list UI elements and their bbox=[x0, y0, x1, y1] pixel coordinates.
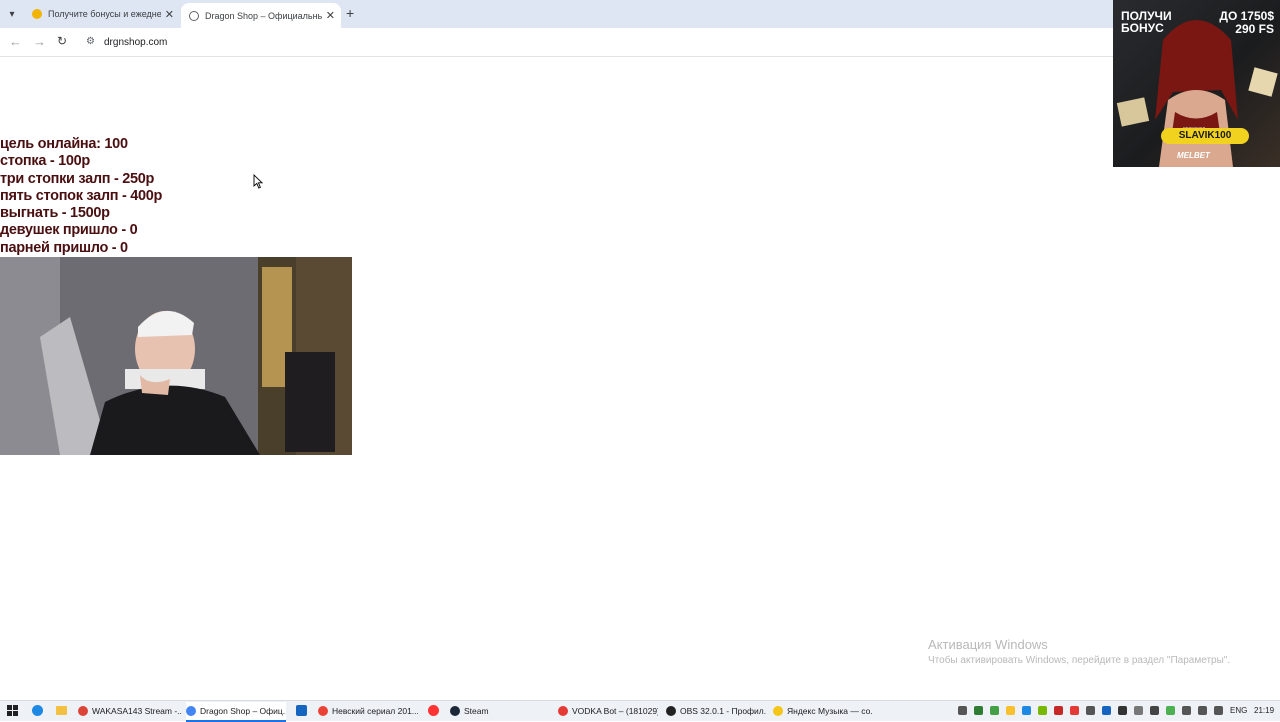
taskbar-item[interactable]: WAKASA143 Stream -... bbox=[78, 702, 182, 720]
yandex-browser-icon bbox=[318, 706, 328, 716]
microphone-icon[interactable] bbox=[1118, 706, 1127, 715]
tray-app-icon[interactable] bbox=[974, 706, 983, 715]
goal-line: пять стопок залп - 400р bbox=[0, 187, 163, 204]
input-language[interactable]: ENG bbox=[1230, 706, 1247, 715]
taskbar-item[interactable]: Dragon Shop – Офиц... bbox=[186, 702, 286, 722]
casino-ad-banner[interactable]: ПОЛУЧИ БОНУС ДО 1750$ 290 FS промокод SL… bbox=[1113, 0, 1280, 167]
tray-app-icon[interactable] bbox=[958, 706, 967, 715]
taskbar-item[interactable]: Невский сериал 201... bbox=[318, 702, 418, 720]
reload-icon[interactable]: ↻ bbox=[57, 34, 67, 48]
goal-line: парней пришло - 0 bbox=[0, 239, 128, 256]
outlook-icon[interactable] bbox=[295, 704, 308, 717]
nvidia-icon[interactable] bbox=[1038, 706, 1047, 715]
ad-promo-code: SLAVIK100 bbox=[1161, 128, 1249, 144]
ad-free-spins: 290 FS bbox=[1235, 22, 1274, 36]
activation-hint: Чтобы активировать Windows, перейдите в … bbox=[928, 655, 1231, 666]
back-arrow-icon[interactable]: ← bbox=[9, 34, 22, 49]
yandex-tray-icon[interactable] bbox=[1070, 706, 1079, 715]
tray-app-icon[interactable] bbox=[990, 706, 999, 715]
globe-icon bbox=[189, 10, 199, 21]
address-bar[interactable]: drgnshop.com bbox=[104, 37, 167, 48]
taskbar-item[interactable]: OBS 32.0.1 - Профил... bbox=[666, 702, 766, 720]
yandex-music-icon bbox=[773, 706, 783, 716]
network-icon[interactable] bbox=[1214, 706, 1223, 715]
webcam-frame bbox=[0, 257, 352, 455]
start-windows-icon[interactable] bbox=[6, 704, 19, 717]
taskbar-item-label: Яндекс Музыка — со... bbox=[787, 706, 873, 716]
taskbar-item[interactable]: Яндекс Музыка — со... bbox=[773, 702, 873, 720]
chrome-icon bbox=[186, 706, 196, 716]
file-explorer-icon[interactable] bbox=[55, 704, 68, 717]
forward-arrow-icon[interactable]: → bbox=[33, 34, 46, 49]
ad-brand-logo: MELBET bbox=[1177, 151, 1210, 160]
goal-line: стопка - 100р bbox=[0, 153, 90, 170]
security-icon[interactable] bbox=[1150, 706, 1159, 715]
chrome-icon bbox=[558, 706, 568, 716]
windows-taskbar: WAKASA143 Stream -... Dragon Shop – Офиц… bbox=[0, 700, 1280, 722]
new-tab-plus-icon[interactable]: + bbox=[346, 5, 354, 21]
edge-browser-icon[interactable] bbox=[31, 704, 44, 717]
tab-favicon-icon bbox=[32, 9, 42, 19]
obs-icon bbox=[666, 706, 676, 716]
goal-line: три стопки залп - 250р bbox=[0, 170, 155, 187]
telegram-icon[interactable] bbox=[1022, 706, 1031, 715]
close-tab-icon[interactable]: ✕ bbox=[326, 9, 335, 22]
chrome-tray-icon[interactable] bbox=[1166, 706, 1175, 715]
tray-app-icon[interactable] bbox=[1086, 706, 1095, 715]
taskbar-item-label: WAKASA143 Stream -... bbox=[92, 706, 182, 716]
taskbar-item-label: VODKA Bot – (181029) bbox=[572, 706, 658, 716]
ad-headline: ПОЛУЧИ БОНУС bbox=[1121, 9, 1172, 35]
clock[interactable]: 21:19 bbox=[1254, 706, 1274, 715]
activation-title: Активация Windows bbox=[928, 637, 1048, 652]
windows-activation-watermark: Активация Windows Чтобы активировать Win… bbox=[928, 637, 1230, 666]
browser-tab-strip: ▾ Получите бонусы и ежедневн ✕ Dragon Sh… bbox=[0, 0, 1280, 28]
volume-icon[interactable] bbox=[1182, 706, 1191, 715]
wifi-icon[interactable] bbox=[1198, 706, 1207, 715]
goal-line: девушек пришло - 0 bbox=[0, 222, 138, 239]
close-tab-icon[interactable]: ✕ bbox=[165, 8, 174, 21]
taskbar-item-label: OBS 32.0.1 - Профил... bbox=[680, 706, 766, 716]
site-info-icon[interactable]: ⚙ bbox=[86, 36, 95, 47]
tab-search-chevron-icon[interactable]: ▾ bbox=[4, 6, 20, 22]
mouse-cursor-icon bbox=[253, 174, 263, 189]
chrome-icon bbox=[78, 706, 88, 716]
browser-toolbar: ← → ↻ ⚙ drgnshop.com bbox=[0, 28, 1280, 57]
taskbar-item-label: Dragon Shop – Офиц... bbox=[200, 706, 286, 716]
tab-title: Получите бонусы и ежедневн bbox=[48, 9, 161, 19]
tray-app-icon[interactable] bbox=[1054, 706, 1063, 715]
taskbar-item-label: Steam bbox=[464, 706, 489, 716]
taskbar-item-label: Невский сериал 201... bbox=[332, 706, 418, 716]
steam-icon bbox=[450, 706, 460, 716]
ad-bonus-amount: ДО 1750$ 290 FS bbox=[1219, 10, 1274, 36]
yandex-icon[interactable] bbox=[427, 704, 440, 717]
goal-line: цель онлайна: 100 bbox=[0, 136, 128, 152]
taskbar-item[interactable]: Steam bbox=[450, 702, 550, 720]
tab-dragon-shop[interactable]: Dragon Shop – Официальный ✕ bbox=[181, 3, 341, 28]
webcam-video bbox=[0, 257, 352, 455]
donation-goals-list: цель онлайна: 100 стопка - 100р три стоп… bbox=[0, 136, 162, 257]
goal-line: выгнать - 1500р bbox=[0, 205, 110, 222]
tray-app-icon[interactable] bbox=[1134, 706, 1143, 715]
taskbar-item[interactable]: VODKA Bot – (181029) bbox=[558, 702, 658, 720]
tab-title: Dragon Shop – Официальный bbox=[205, 10, 322, 21]
tray-app-icon[interactable] bbox=[1006, 706, 1015, 715]
steam-tray-icon[interactable] bbox=[1102, 706, 1111, 715]
tab-bonuses[interactable]: Получите бонусы и ежедневн ✕ bbox=[24, 3, 180, 25]
